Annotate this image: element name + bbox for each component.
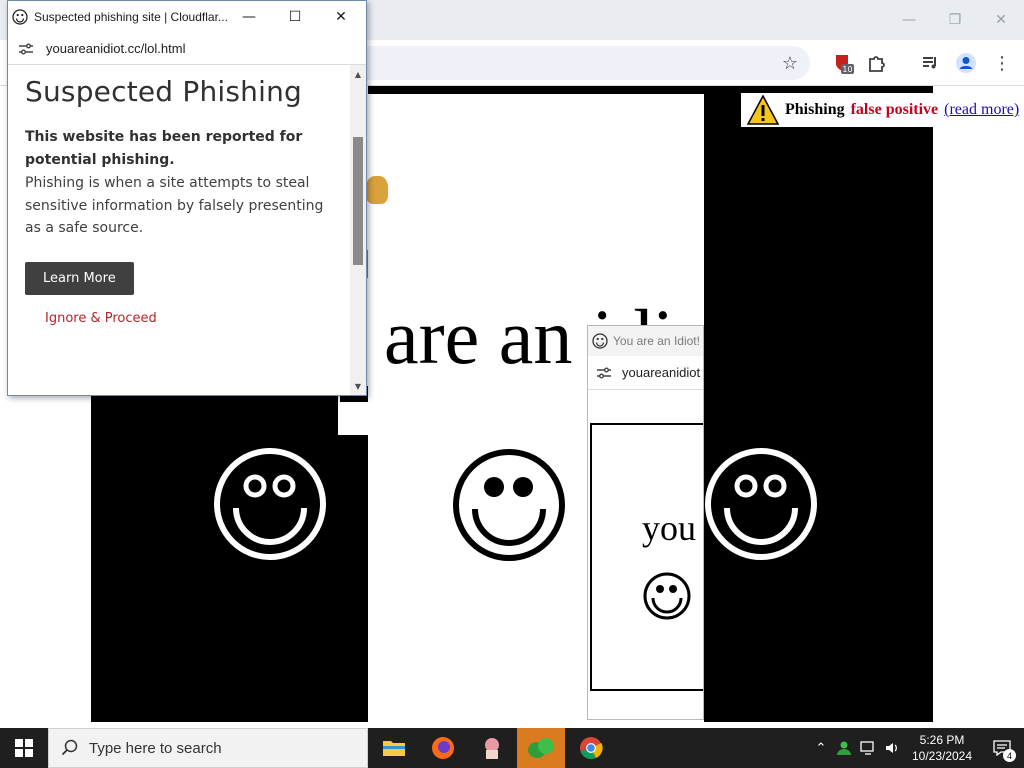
idiot-popup-url: youareanidiot — [622, 365, 701, 380]
site-settings-icon[interactable] — [18, 42, 34, 56]
popup-scrollbar[interactable]: ▲ ▼ — [350, 65, 366, 395]
notification-center-icon[interactable]: 4 — [980, 728, 1024, 768]
desktop-pet-icon — [366, 176, 388, 204]
smiley-favicon-icon — [12, 9, 28, 25]
address-bar[interactable] — [360, 46, 810, 80]
bookmark-star-icon[interactable]: ☆ — [776, 49, 804, 77]
tray-expand-icon[interactable]: ⌃ — [810, 741, 832, 756]
phishing-popup-title: Suspected phishing site | Cloudflar... — [34, 10, 228, 24]
browser-close-button[interactable]: ✕ — [978, 0, 1024, 40]
windows-logo-icon — [15, 739, 33, 757]
banner-false-positive-label: false positive — [850, 101, 939, 118]
smiley-icon-right — [705, 448, 817, 560]
phishing-popup-titlebar[interactable]: Suspected phishing site | Cloudflar... —… — [8, 1, 366, 33]
phishing-warning-strong-text: This website has been reported for poten… — [25, 129, 303, 168]
popup-minimize-button[interactable]: — — [226, 1, 272, 33]
profile-avatar-icon[interactable] — [952, 49, 980, 77]
black-panel-right — [704, 86, 933, 722]
taskbar: Type here to search ⌃ 5:26 PM 10/23/2024… — [0, 728, 1024, 768]
menu-more-icon[interactable]: ⋮ — [988, 49, 1016, 77]
file-explorer-icon[interactable] — [370, 728, 418, 768]
taskbar-search-box[interactable]: Type here to search — [48, 728, 368, 768]
scroll-up-icon[interactable]: ▲ — [350, 67, 366, 81]
scrollbar-thumb[interactable] — [353, 137, 363, 265]
chrome-icon[interactable] — [567, 728, 615, 768]
search-placeholder: Type here to search — [89, 739, 222, 757]
phishing-warning-banner: Phishing false positive (read more) — [741, 93, 1021, 127]
search-icon — [61, 739, 78, 756]
phishing-popup-content: Suspected Phishing This website has been… — [8, 65, 352, 395]
start-button[interactable] — [0, 728, 48, 768]
clock-date: 10/23/2024 — [911, 749, 973, 763]
notification-count-badge: 4 — [1003, 749, 1016, 762]
smiley-favicon-icon — [592, 333, 608, 349]
extension-badge-count: 10 — [842, 65, 852, 74]
smiley-icon-center — [453, 449, 565, 561]
volume-icon[interactable] — [880, 740, 904, 756]
idiot-popup-window: You are an Idiot! youareanidiot you — [587, 325, 704, 720]
popup-maximize-button[interactable]: ☐ — [272, 1, 318, 33]
learn-more-button[interactable]: Learn More — [25, 261, 134, 295]
extension-shield-icon[interactable]: 10 — [829, 49, 857, 77]
clock-time: 5:26 PM — [919, 733, 965, 747]
scroll-down-icon[interactable]: ▼ — [350, 379, 366, 393]
taskbar-clock[interactable]: 5:26 PM 10/23/2024 — [904, 732, 980, 764]
idiot-popup-you-text: you — [642, 508, 696, 548]
media-control-icon[interactable] — [916, 49, 944, 77]
page-title: Suspected Phishing — [25, 75, 303, 108]
banner-phishing-label: Phishing — [785, 101, 845, 118]
idiot-popup-content: you — [590, 423, 703, 691]
smiley-icon-small — [643, 572, 691, 620]
idiot-popup-urlbar: youareanidiot — [588, 356, 703, 390]
site-settings-icon[interactable] — [596, 366, 612, 380]
browser-restore-button[interactable]: ❐ — [932, 0, 978, 40]
phishing-popup-window: Suspected phishing site | Cloudflar... —… — [7, 0, 367, 396]
banner-read-more-link[interactable]: (read more) — [944, 101, 1019, 119]
warning-icon — [747, 95, 779, 125]
phishing-popup-url: youareanidiot.cc/lol.html — [46, 41, 186, 56]
idiot-popup-title: You are an Idiot! — [613, 334, 700, 348]
system-tray: ⌃ 5:26 PM 10/23/2024 4 — [810, 728, 1024, 768]
extensions-puzzle-icon[interactable] — [862, 49, 890, 77]
anime-app-icon[interactable] — [468, 728, 516, 768]
ignore-proceed-link[interactable]: Ignore & Proceed — [45, 311, 336, 326]
tray-user-icon[interactable] — [832, 740, 856, 756]
idiot-popup-titlebar[interactable]: You are an Idiot! — [588, 326, 703, 356]
bonzi-app-icon[interactable] — [517, 728, 565, 768]
browser-minimize-button[interactable]: — — [886, 0, 932, 40]
black-strip — [368, 86, 704, 94]
phishing-description: Phishing is when a site attempts to stea… — [25, 175, 324, 236]
smiley-icon-left — [214, 448, 326, 560]
popup-close-button[interactable]: ✕ — [318, 1, 364, 33]
network-icon[interactable] — [856, 740, 880, 756]
firefox-icon[interactable] — [419, 728, 467, 768]
phishing-popup-urlbar: youareanidiot.cc/lol.html — [8, 33, 366, 65]
